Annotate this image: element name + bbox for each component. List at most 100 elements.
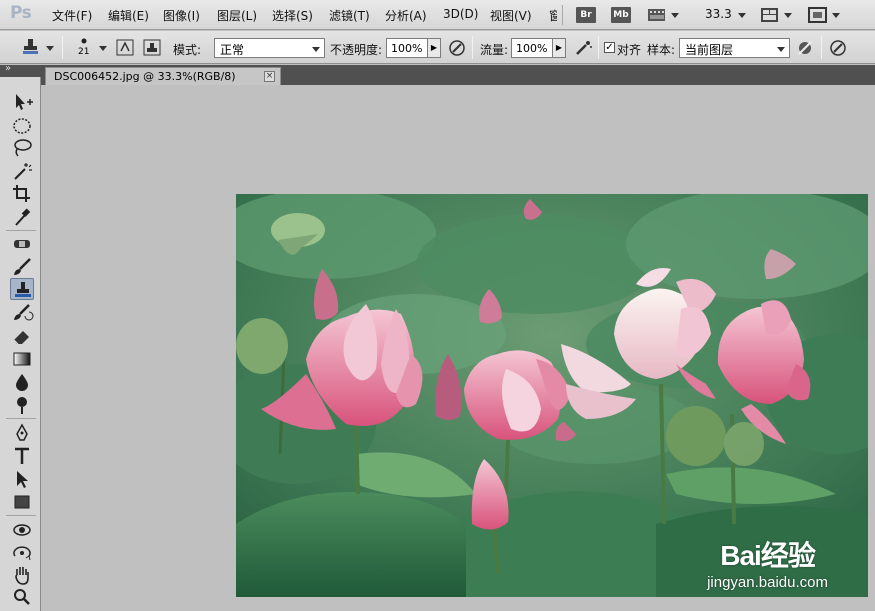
- mini-bridge-button[interactable]: Mb: [611, 7, 631, 23]
- chevron-down-icon: [671, 13, 679, 18]
- opacity-slider-button[interactable]: ▶: [427, 38, 441, 58]
- chevron-down-icon[interactable]: [46, 46, 54, 51]
- chevron-down-icon[interactable]: [99, 46, 107, 51]
- toggle-clone-source-button[interactable]: [143, 39, 163, 57]
- flow-slider-button[interactable]: ▶: [552, 38, 566, 58]
- eraser-tool[interactable]: [10, 325, 34, 347]
- sample-label: 样本:: [647, 43, 676, 57]
- crop-tool[interactable]: [10, 183, 34, 205]
- options-separator: [472, 36, 473, 59]
- document-tab-bar: DSC006452.jpg @ 33.3%(RGB/8) ×: [41, 65, 875, 85]
- menu-filter[interactable]: 滤镜(T): [329, 7, 370, 24]
- quick-selection-tool[interactable]: [10, 160, 34, 182]
- menu-file[interactable]: 文件(F): [52, 7, 92, 24]
- document-tab[interactable]: DSC006452.jpg @ 33.3%(RGB/8) ×: [45, 67, 281, 85]
- view-extras-button[interactable]: [647, 6, 681, 24]
- menu-select[interactable]: 选择(S): [272, 7, 313, 24]
- gradient-icon: [13, 352, 31, 366]
- lasso-tool[interactable]: [10, 137, 34, 159]
- spot-healing-tool[interactable]: [10, 233, 34, 255]
- water-drop-icon: [16, 374, 28, 391]
- clone-stamp-icon: [23, 39, 38, 54]
- pen-icon: [16, 423, 28, 441]
- 3d-rotate-tool[interactable]: [10, 519, 34, 541]
- pen-tool[interactable]: [10, 422, 34, 444]
- rectangle-tool[interactable]: [10, 491, 34, 513]
- aligned-checkbox[interactable]: ✓: [604, 42, 615, 53]
- clone-stamp-tool[interactable]: [10, 278, 34, 300]
- hand-tool[interactable]: [10, 564, 34, 586]
- brush-icon: [14, 258, 31, 275]
- mode-label: 模式:: [173, 43, 202, 57]
- history-brush-tool[interactable]: [10, 302, 34, 324]
- menu-window[interactable]: 窗: [549, 7, 557, 24]
- menu-3d[interactable]: 3D(D): [443, 7, 478, 21]
- pen-pressure-icon: [449, 40, 465, 56]
- toolbox-separator: [6, 515, 36, 516]
- screen-mode-button[interactable]: [808, 6, 842, 24]
- arrange-grid-icon: [761, 8, 778, 22]
- clone-stamp-icon: [15, 282, 31, 297]
- eyedropper-icon: [15, 208, 31, 226]
- zoom-tool[interactable]: [10, 586, 34, 608]
- airbrush-button[interactable]: [574, 39, 594, 57]
- canvas-workspace[interactable]: Bai经验 jingyan.baidu.com: [41, 85, 875, 611]
- eraser-icon: [13, 331, 29, 345]
- dodge-icon: [17, 397, 27, 414]
- history-brush-icon: [14, 304, 34, 321]
- toggle-brush-panel-button[interactable]: [116, 39, 136, 57]
- document-image[interactable]: Bai经验 jingyan.baidu.com: [236, 194, 868, 597]
- blur-tool[interactable]: [10, 371, 34, 393]
- close-document-button[interactable]: ×: [264, 71, 275, 82]
- move-icon: [16, 94, 33, 110]
- chevron-down-icon: [777, 47, 785, 52]
- collapse-icon[interactable]: »: [5, 63, 11, 74]
- toolbox-separator: [6, 230, 36, 231]
- toolbox-panel: »: [0, 63, 41, 611]
- tool-preset-picker[interactable]: [20, 37, 40, 55]
- chevron-down-icon: [832, 13, 840, 18]
- type-icon: [15, 447, 29, 464]
- airbrush-icon: [576, 41, 592, 55]
- gradient-tool[interactable]: [10, 348, 34, 370]
- flow-label: 流量:: [480, 43, 509, 57]
- sample-select[interactable]: 当前图层: [679, 38, 790, 58]
- toolbox-header[interactable]: »: [0, 63, 41, 77]
- magic-wand-icon: [14, 163, 32, 180]
- mode-select[interactable]: 正常: [214, 38, 325, 58]
- pressure-opacity-button[interactable]: [448, 39, 468, 57]
- options-separator: [821, 36, 822, 59]
- sample-value: 当前图层: [685, 43, 734, 57]
- type-tool[interactable]: [10, 445, 34, 467]
- path-selection-tool[interactable]: [10, 468, 34, 490]
- clone-source-icon: [143, 39, 161, 56]
- brush-picker[interactable]: 21: [74, 36, 94, 57]
- elliptical-marquee-icon: [13, 118, 31, 134]
- options-separator: [598, 36, 599, 59]
- menu-bar: Ps 文件(F) 编辑(E) 图像(I) 图层(L) 选择(S) 滤镜(T) 分…: [0, 0, 875, 30]
- bridge-button[interactable]: Br: [576, 7, 596, 23]
- menu-view[interactable]: 视图(V): [490, 7, 532, 24]
- menu-analysis[interactable]: 分析(A): [385, 7, 427, 24]
- menu-edit[interactable]: 编辑(E): [108, 7, 149, 24]
- dodge-tool[interactable]: [10, 394, 34, 416]
- hand-icon: [15, 567, 29, 585]
- eyedropper-tool[interactable]: [10, 206, 34, 228]
- menu-image[interactable]: 图像(I): [163, 7, 200, 24]
- menu-layer[interactable]: 图层(L): [217, 7, 257, 24]
- marquee-tool[interactable]: [10, 115, 34, 137]
- brush-tool[interactable]: [10, 256, 34, 278]
- aligned-label: 对齐: [617, 43, 642, 57]
- watermark-logo: Bai经验: [720, 540, 816, 571]
- ignore-adjustment-layers-button[interactable]: [796, 39, 816, 57]
- arrange-documents-button[interactable]: [760, 6, 794, 24]
- zoom-level[interactable]: 33.3: [705, 7, 732, 21]
- pressure-size-button[interactable]: [829, 39, 849, 57]
- chevron-down-icon[interactable]: [738, 13, 746, 18]
- document-title: DSC006452.jpg @ 33.3%(RGB/8): [54, 70, 236, 83]
- 3d-orbit-tool[interactable]: [10, 542, 34, 564]
- move-tool[interactable]: [10, 91, 34, 113]
- flow-input[interactable]: 100%: [511, 38, 553, 58]
- opacity-input[interactable]: 100%: [386, 38, 428, 58]
- 3d-orbit-icon: [13, 546, 31, 561]
